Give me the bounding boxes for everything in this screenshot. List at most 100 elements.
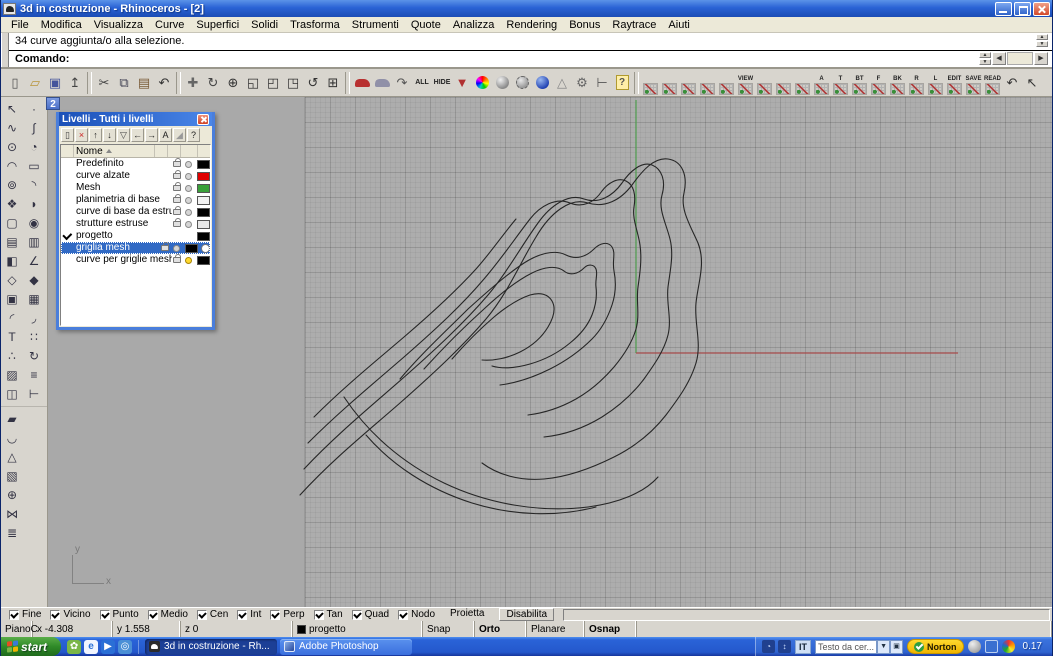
menu-raytrace[interactable]: Raytrace bbox=[606, 18, 662, 32]
lock-icon[interactable] bbox=[173, 257, 181, 263]
osnap-int[interactable]: Int bbox=[237, 609, 261, 620]
bulb-icon[interactable] bbox=[185, 257, 192, 264]
prompt-spin-up-icon[interactable]: ▲ bbox=[979, 52, 991, 58]
toolbar-layer-state-button[interactable]: ▼ bbox=[452, 72, 472, 94]
lock-icon[interactable] bbox=[173, 209, 181, 215]
statusbar-cplane[interactable]: PianoC bbox=[1, 621, 33, 637]
layer-name[interactable]: planimetria di base bbox=[74, 194, 172, 206]
bulb-icon[interactable] bbox=[185, 185, 192, 192]
tool-arc-right-button[interactable]: ◞ bbox=[23, 308, 45, 327]
menu-superfici[interactable]: Superfici bbox=[190, 18, 245, 32]
toolbar-spotlight-button[interactable]: △ bbox=[552, 72, 572, 94]
layer-color-swatch[interactable] bbox=[197, 232, 210, 241]
toolbar-custom-grid-4-button[interactable] bbox=[717, 71, 736, 95]
tray-band-tool-1-icon[interactable]: ◔ bbox=[762, 640, 775, 653]
toolbar-open-file-button[interactable]: ▱ bbox=[25, 72, 45, 94]
layer-name[interactable]: Predefinito bbox=[74, 158, 172, 170]
tray-icon-1[interactable] bbox=[968, 640, 981, 653]
layer-color-swatch[interactable] bbox=[197, 184, 210, 193]
layers-panel-close-icon[interactable] bbox=[197, 114, 209, 125]
toolbar-custom-F-button[interactable]: F bbox=[869, 71, 888, 95]
tray-color-orb-icon[interactable] bbox=[1002, 640, 1015, 653]
title-bar[interactable]: 3d in costruzione - Rhinoceros - [2] bbox=[1, 0, 1052, 17]
osnap-cen[interactable]: Cen bbox=[197, 609, 228, 620]
layers-filter-button[interactable]: ▽ bbox=[117, 128, 130, 142]
layers-list-header[interactable]: Nome bbox=[61, 145, 210, 158]
taskbar-task-ps[interactable]: Adobe Photoshop bbox=[280, 639, 412, 655]
tool-dots-button[interactable]: ∴ bbox=[1, 346, 23, 365]
lock-icon[interactable] bbox=[173, 221, 181, 227]
tool-arc-left-button[interactable]: ◜ bbox=[1, 308, 23, 327]
toolbar-custom-BK-button[interactable]: BK bbox=[888, 71, 907, 95]
layer-color-swatch[interactable] bbox=[197, 220, 210, 229]
tool-hatch-button[interactable]: ▨ bbox=[1, 365, 23, 384]
layer-color-swatch[interactable] bbox=[185, 244, 198, 253]
toolbar-custom-A-button[interactable]: A bbox=[812, 71, 831, 95]
close-button-icon[interactable] bbox=[1033, 2, 1050, 16]
layer-color-picker-icon[interactable] bbox=[201, 244, 210, 253]
layer-color-swatch[interactable] bbox=[197, 196, 210, 205]
minimize-button-icon[interactable] bbox=[995, 2, 1012, 16]
statusbar-toggle-planare[interactable]: Planare bbox=[527, 621, 585, 637]
tray-band-tool-2-icon[interactable]: ↕ bbox=[778, 640, 791, 653]
layers-help-button[interactable]: ? bbox=[187, 128, 200, 142]
prompt-scroll-right-icon[interactable]: ▶ bbox=[1034, 52, 1048, 65]
toolbar-rotate-view-button[interactable]: ↻ bbox=[203, 72, 223, 94]
tool-boolean-button[interactable]: ⋈ bbox=[1, 504, 23, 523]
toolbar-ghosted-view-button[interactable] bbox=[512, 72, 532, 94]
osnap-vicino[interactable]: Vicino bbox=[50, 609, 90, 620]
layer-row[interactable]: progetto bbox=[61, 230, 210, 242]
search-dropdown-icon[interactable]: ▼ bbox=[877, 640, 890, 654]
toolbar-macro-undo-button[interactable]: ↶ bbox=[1002, 72, 1022, 94]
menu-curve[interactable]: Curve bbox=[149, 18, 190, 32]
tool-surface-tools-button[interactable]: ▧ bbox=[1, 466, 23, 485]
contour-curve-9[interactable] bbox=[366, 435, 596, 514]
layer-name[interactable]: curve per griglie mesh bbox=[74, 254, 172, 266]
quicklaunch-media-player-icon[interactable]: ▶ bbox=[101, 640, 115, 654]
layer-color-swatch[interactable] bbox=[197, 256, 210, 265]
toolbar-zoom-extents-button[interactable]: ◳ bbox=[283, 72, 303, 94]
checkbox-icon[interactable] bbox=[314, 610, 324, 620]
checkbox-icon[interactable] bbox=[197, 610, 207, 620]
quicklaunch-msn-icon[interactable]: ✿ bbox=[67, 640, 81, 654]
toolbar-custom-grid-3-button[interactable] bbox=[698, 71, 717, 95]
layers-move-up-button[interactable]: ↑ bbox=[89, 128, 102, 142]
osnap-nodo[interactable]: Nodo bbox=[398, 609, 435, 620]
layer-row[interactable]: planimetria di base bbox=[61, 194, 210, 206]
taskbar-task-rhino[interactable]: 3d in costruzione - Rh... bbox=[145, 639, 277, 655]
prompt-spin-down-icon[interactable]: ▼ bbox=[979, 59, 991, 65]
tool-cone-button[interactable]: △ bbox=[1, 447, 23, 466]
tool-interp-curve-button[interactable]: ∫ bbox=[23, 118, 45, 137]
menu-file[interactable]: File bbox=[5, 18, 35, 32]
tool-point-button[interactable]: · bbox=[23, 99, 45, 118]
tool-object-list-button[interactable]: ≣ bbox=[1, 523, 23, 542]
layers-name-column-header[interactable]: Nome bbox=[76, 146, 103, 157]
tool-text-button[interactable]: T bbox=[1, 327, 23, 346]
toolbar-custom-SAVE-button[interactable]: SAVE bbox=[964, 71, 983, 95]
layer-name[interactable]: Mesh bbox=[74, 182, 172, 194]
tool-curve-button[interactable]: ∿ bbox=[1, 118, 23, 137]
layer-name[interactable]: curve di base da estru... bbox=[74, 206, 172, 218]
osnap-punto[interactable]: Punto bbox=[100, 609, 139, 620]
bulb-icon[interactable] bbox=[185, 173, 192, 180]
checkbox-icon[interactable] bbox=[148, 610, 158, 620]
menu-bonus[interactable]: Bonus bbox=[563, 18, 606, 32]
contour-curve-8[interactable] bbox=[344, 397, 658, 509]
tool-arc-button[interactable]: ◔ bbox=[23, 137, 45, 156]
osnap-fine[interactable]: Fine bbox=[9, 609, 41, 620]
bulb-icon[interactable] bbox=[173, 245, 180, 252]
bulb-icon[interactable] bbox=[185, 221, 192, 228]
tool-array-button[interactable]: ▦ bbox=[23, 289, 45, 308]
osnap-proietta-button[interactable]: Proietta bbox=[444, 608, 490, 621]
contour-curve-7[interactable] bbox=[452, 294, 554, 361]
tool-grid-button[interactable]: ▣ bbox=[1, 289, 23, 308]
layer-name[interactable]: progetto bbox=[74, 230, 195, 242]
menu-aiuti[interactable]: Aiuti bbox=[662, 18, 695, 32]
tool-rectangle-button[interactable]: ▭ bbox=[23, 156, 45, 175]
toolbar-custom-grid-6-button[interactable] bbox=[755, 71, 774, 95]
tool-ellipse-button[interactable]: ⊚ bbox=[1, 175, 23, 194]
toolbar-new-file-button[interactable]: ▯ bbox=[5, 72, 25, 94]
tool-polyline-button[interactable]: ∠ bbox=[23, 251, 45, 270]
toolbar-custom-L-button[interactable]: L bbox=[926, 71, 945, 95]
start-button[interactable]: start bbox=[1, 637, 61, 656]
